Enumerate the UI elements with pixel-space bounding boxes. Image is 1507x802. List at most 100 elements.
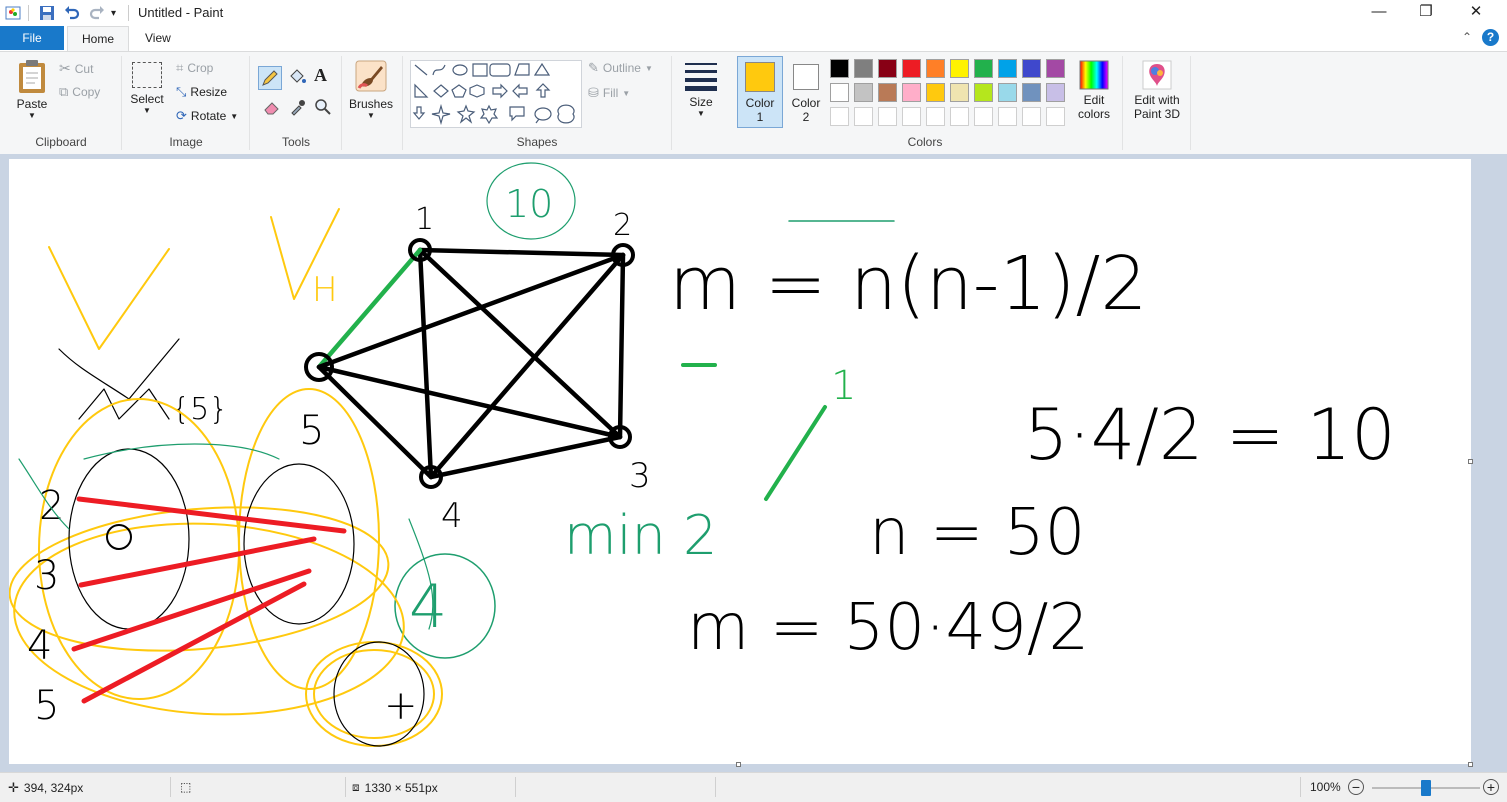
- outline-button[interactable]: ✎ Outline ▼: [588, 60, 653, 76]
- redo-icon[interactable]: [88, 4, 106, 22]
- palette-swatch[interactable]: [974, 107, 993, 126]
- canvas-resize-handle-right[interactable]: [1468, 459, 1473, 464]
- fill-button[interactable]: ⛁ Fill ▼: [588, 85, 630, 101]
- palette-swatch[interactable]: [830, 59, 849, 78]
- color2-button[interactable]: Color 2: [785, 56, 827, 128]
- magnifier-tool[interactable]: [314, 98, 332, 119]
- maximize-button[interactable]: ❐: [1403, 0, 1449, 26]
- collapse-ribbon-icon[interactable]: ⌃: [1462, 30, 1472, 44]
- palette-swatch[interactable]: [902, 59, 921, 78]
- palette-swatch[interactable]: [854, 107, 873, 126]
- palette-swatch[interactable]: [974, 83, 993, 102]
- shape-option[interactable]: [557, 104, 575, 124]
- palette-swatch[interactable]: [1022, 107, 1041, 126]
- paint-app-icon[interactable]: [4, 4, 24, 22]
- edit-colors-button[interactable]: Edit colors: [1074, 60, 1114, 121]
- shape-option[interactable]: [512, 83, 528, 99]
- palette-swatch[interactable]: [1022, 83, 1041, 102]
- edit-with-paint3d-button[interactable]: Edit with Paint 3D: [1128, 60, 1186, 121]
- zoom-slider-track[interactable]: [1372, 780, 1480, 796]
- copy-button[interactable]: ⧉ Copy: [59, 84, 100, 100]
- drawing-canvas[interactable]: 1 2 3 4 5 10 m = n(n-1)/2 5·4/2 = 10 n = 50 m = 5…: [8, 159, 1471, 764]
- palette-swatch[interactable]: [926, 59, 945, 78]
- zoom-out-button[interactable]: −: [1348, 779, 1364, 795]
- shape-option[interactable]: [432, 64, 446, 76]
- shape-option[interactable]: [489, 63, 511, 77]
- canvas-drawing: 1 2 3 4 5 10 m = n(n-1)/2 5·4/2 = 10 n = 50 m = 5…: [8, 162, 1396, 747]
- pencil-tool[interactable]: [258, 66, 282, 90]
- canvas-resize-handle-bottom[interactable]: [736, 762, 741, 767]
- crop-label: Crop: [187, 61, 214, 75]
- shape-option[interactable]: [533, 62, 551, 76]
- shape-option[interactable]: [469, 84, 485, 98]
- palette-swatch[interactable]: [950, 59, 969, 78]
- tab-home[interactable]: Home: [67, 26, 130, 52]
- tab-file[interactable]: File: [0, 26, 64, 50]
- ribbon-divider: [341, 56, 342, 150]
- shape-option[interactable]: [431, 103, 451, 126]
- node-label: 3: [629, 456, 651, 496]
- shape-option[interactable]: [514, 63, 530, 76]
- palette-swatch[interactable]: [854, 83, 873, 102]
- palette-swatch[interactable]: [998, 59, 1017, 78]
- size-button[interactable]: Size ▼: [679, 60, 723, 118]
- paste-button[interactable]: Paste ▼: [10, 58, 54, 120]
- brushes-button[interactable]: Brushes ▼: [346, 58, 396, 120]
- palette-swatch[interactable]: [974, 59, 993, 78]
- select-button[interactable]: Select ▼: [127, 62, 167, 115]
- palette-swatch[interactable]: [950, 83, 969, 102]
- palette-swatch[interactable]: [998, 107, 1017, 126]
- shape-option[interactable]: [479, 104, 499, 125]
- palette-swatch[interactable]: [926, 83, 945, 102]
- color1-button[interactable]: Color 1: [737, 56, 783, 128]
- zoom-in-button[interactable]: +: [1483, 779, 1499, 795]
- crop-button[interactable]: ⌗ Crop: [176, 60, 213, 76]
- rotate-button[interactable]: ⟳ Rotate ▼: [176, 108, 238, 124]
- palette-swatch[interactable]: [878, 107, 897, 126]
- palette-swatch[interactable]: [878, 59, 897, 78]
- shapes-gallery[interactable]: [410, 60, 582, 128]
- shape-option[interactable]: [433, 84, 449, 98]
- shape-option[interactable]: [492, 83, 508, 99]
- eraser-tool[interactable]: [262, 98, 282, 119]
- tab-view[interactable]: View: [131, 26, 185, 51]
- palette-swatch[interactable]: [1022, 59, 1041, 78]
- minimize-button[interactable]: —: [1356, 0, 1402, 26]
- shape-option[interactable]: [414, 64, 428, 76]
- cut-button[interactable]: ✂ Cut: [59, 60, 93, 77]
- shape-option[interactable]: [451, 84, 467, 98]
- text-tool[interactable]: A: [314, 65, 327, 86]
- palette-swatch[interactable]: [950, 107, 969, 126]
- shape-option[interactable]: [535, 83, 551, 98]
- shape-option[interactable]: [414, 83, 429, 98]
- save-icon[interactable]: [38, 4, 56, 22]
- resize-button[interactable]: ⤡ Resize: [176, 84, 227, 100]
- palette-swatch[interactable]: [1046, 83, 1065, 102]
- size-label: Size: [689, 95, 713, 109]
- palette-swatch[interactable]: [902, 107, 921, 126]
- palette-swatch[interactable]: [998, 83, 1017, 102]
- palette-swatch[interactable]: [1046, 59, 1065, 78]
- palette-swatch[interactable]: [926, 107, 945, 126]
- shape-option[interactable]: [472, 63, 488, 77]
- palette-swatch[interactable]: [830, 107, 849, 126]
- customize-quick-access-icon[interactable]: ▾: [111, 4, 116, 22]
- color-picker-tool[interactable]: [289, 98, 307, 119]
- palette-swatch[interactable]: [878, 83, 897, 102]
- close-button[interactable]: ✕: [1453, 0, 1499, 26]
- palette-swatch[interactable]: [854, 59, 873, 78]
- zoom-slider-thumb[interactable]: [1421, 780, 1431, 796]
- canvas-resize-handle-corner[interactable]: [1468, 762, 1473, 767]
- palette-swatch[interactable]: [830, 83, 849, 102]
- palette-swatch[interactable]: [902, 83, 921, 102]
- color2-number: 2: [802, 110, 810, 124]
- shape-option[interactable]: [452, 64, 468, 76]
- fill-tool[interactable]: [287, 67, 307, 90]
- palette-swatch[interactable]: [1046, 107, 1065, 126]
- shape-option[interactable]: [509, 106, 525, 122]
- undo-icon[interactable]: [63, 4, 81, 22]
- shape-option[interactable]: [412, 106, 426, 120]
- help-icon[interactable]: ?: [1482, 29, 1499, 46]
- shape-option[interactable]: [456, 104, 476, 124]
- shape-option[interactable]: [534, 107, 552, 124]
